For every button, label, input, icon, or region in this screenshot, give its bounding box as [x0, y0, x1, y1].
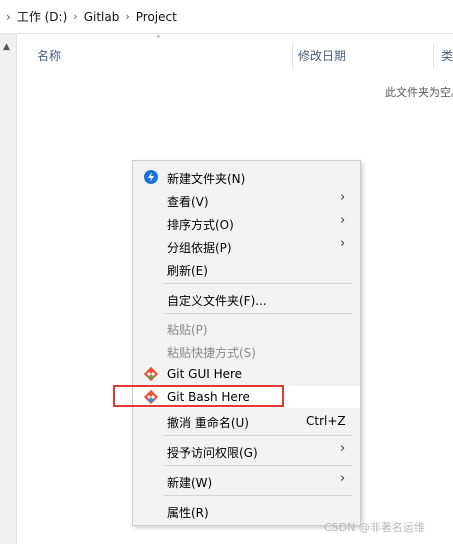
menu-item-group-by[interactable]: 分组依据(P) ›	[133, 235, 360, 257]
menu-item-view[interactable]: 查看(V) ›	[133, 189, 360, 211]
menu-item-git-gui-here[interactable]: Git GUI Here	[133, 363, 360, 385]
menu-separator	[164, 313, 352, 314]
menu-separator	[164, 435, 352, 436]
menu-item-sort-by[interactable]: 排序方式(O) ›	[133, 212, 360, 234]
menu-item-paste-shortcut: 粘贴快捷方式(S)	[133, 340, 360, 362]
menu-item-label: 排序方式(O)	[167, 218, 234, 232]
submenu-arrow-icon: ›	[340, 441, 346, 456]
menu-item-label: 新建文件夹(N)	[167, 172, 246, 186]
menu-item-shortcut: Ctrl+Z	[306, 414, 346, 428]
menu-item-label: Git GUI Here	[167, 367, 243, 381]
menu-item-new-folder[interactable]: 新建文件夹(N)	[133, 166, 360, 188]
column-divider[interactable]	[292, 42, 293, 70]
explorer-window: › 工作 (D:) › Gitlab › Project ▲ ˄ 名称 修改日期…	[0, 0, 453, 544]
menu-item-paste: 粘贴(P)	[133, 317, 360, 339]
menu-item-label: 自定义文件夹(F)...	[167, 294, 267, 308]
menu-item-label: 属性(R)	[167, 506, 209, 520]
column-date-modified[interactable]: 修改日期	[298, 47, 346, 64]
menu-item-git-bash-here[interactable]: Git Bash Here	[133, 386, 360, 408]
menu-item-give-access[interactable]: 授予访问权限(G) ›	[133, 440, 360, 462]
new-folder-icon	[143, 169, 159, 185]
breadcrumb-separator-icon[interactable]: ›	[119, 10, 135, 23]
menu-item-label: 分组依据(P)	[167, 241, 232, 255]
column-header: ˄ 名称 修改日期 类	[17, 34, 453, 74]
column-type[interactable]: 类	[441, 47, 453, 64]
navigation-pane-edge: ▲	[0, 34, 17, 544]
breadcrumb-project[interactable]: Project	[136, 10, 177, 24]
submenu-arrow-icon: ›	[340, 471, 346, 486]
submenu-arrow-icon: ›	[340, 190, 346, 205]
menu-separator	[164, 465, 352, 466]
git-icon	[143, 389, 159, 405]
menu-item-label: 粘贴快捷方式(S)	[167, 346, 256, 360]
menu-item-refresh[interactable]: 刷新(E)	[133, 258, 360, 280]
context-menu: 新建文件夹(N) 查看(V) › 排序方式(O) › 分组依据(P) › 刷新(…	[132, 160, 361, 526]
menu-item-label: 新建(W)	[167, 476, 213, 490]
menu-item-label: Git Bash Here	[167, 390, 250, 404]
menu-item-new[interactable]: 新建(W) ›	[133, 470, 360, 492]
menu-item-label: 撤消 重命名(U)	[167, 416, 249, 430]
breadcrumb-drive[interactable]: 工作 (D:)	[17, 8, 67, 25]
menu-separator	[164, 283, 352, 284]
breadcrumb-gitlab[interactable]: Gitlab	[84, 10, 120, 24]
git-icon	[143, 366, 159, 382]
watermark: CSDN @非著名运维	[324, 521, 425, 534]
column-divider[interactable]	[433, 42, 434, 70]
menu-item-label: 刷新(E)	[167, 264, 208, 278]
column-name[interactable]: 名称	[37, 47, 61, 64]
empty-folder-message: 此文件夹为空。	[385, 86, 453, 99]
menu-item-customize-folder[interactable]: 自定义文件夹(F)...	[133, 288, 360, 310]
menu-item-undo-rename[interactable]: 撤消 重命名(U) Ctrl+Z	[133, 410, 360, 432]
submenu-arrow-icon: ›	[340, 236, 346, 251]
menu-separator	[164, 495, 352, 496]
menu-item-label: 粘贴(P)	[167, 323, 208, 337]
breadcrumb-chevron-icon[interactable]: ›	[2, 10, 17, 24]
breadcrumb-separator-icon[interactable]: ›	[67, 10, 83, 23]
sort-ascending-icon: ˄	[156, 35, 161, 46]
scroll-up-icon[interactable]: ▲	[3, 42, 10, 52]
menu-item-label: 查看(V)	[167, 195, 209, 209]
menu-item-label: 授予访问权限(G)	[167, 446, 258, 460]
submenu-arrow-icon: ›	[340, 213, 346, 228]
address-bar[interactable]: › 工作 (D:) › Gitlab › Project	[0, 0, 453, 34]
